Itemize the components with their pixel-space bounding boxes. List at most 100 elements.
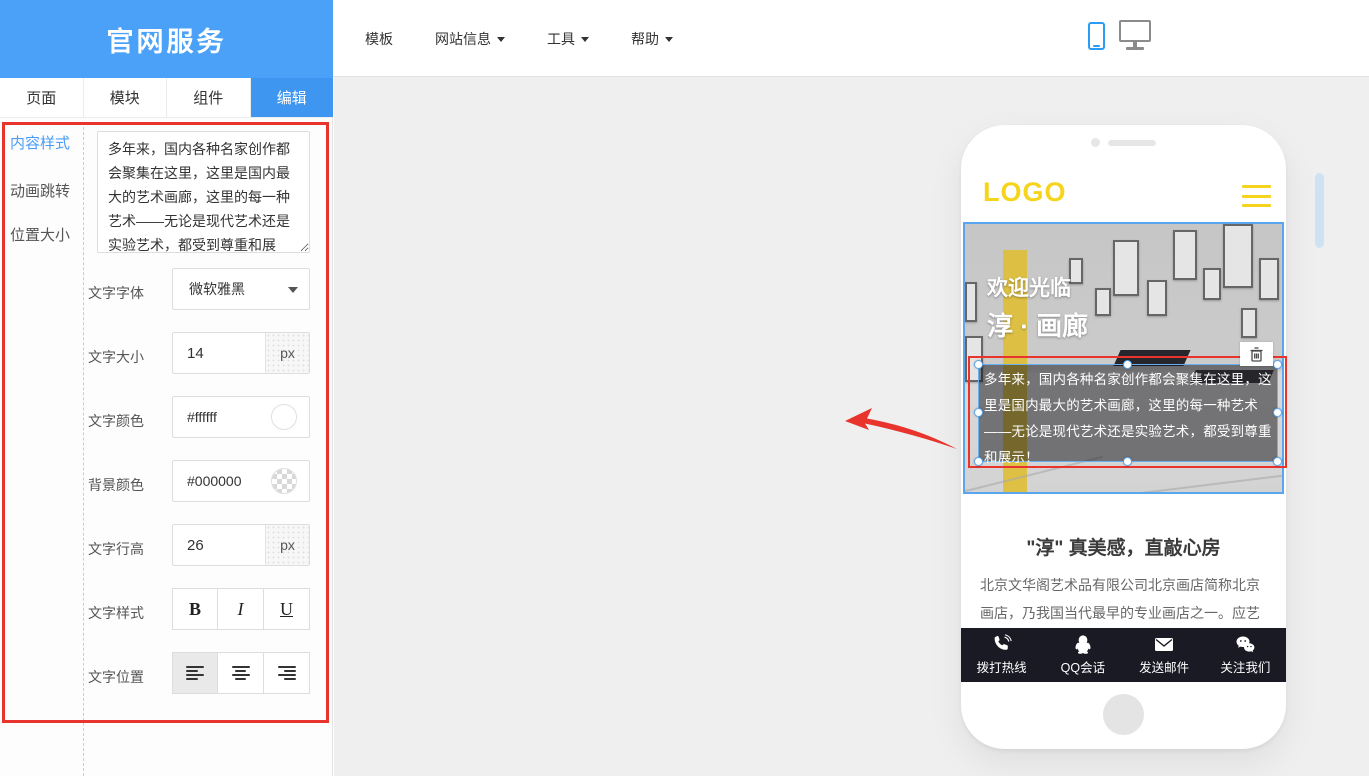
- font-size-unit: px: [265, 333, 309, 373]
- resize-handle[interactable]: [1273, 457, 1282, 466]
- bg-color-control: #000000: [172, 460, 310, 502]
- font-family-select[interactable]: 微软雅黑: [172, 268, 310, 310]
- gallery-frame: [1147, 280, 1167, 316]
- editor-window: 官网服务 页面 模块 组件 编辑 内容样式 动画跳转 位置大小 多年来，国内各种…: [0, 0, 1369, 776]
- panel-nav-animation-jump[interactable]: 动画跳转: [10, 180, 80, 201]
- tab-edit[interactable]: 编辑: [251, 78, 334, 117]
- phone-mockup: LOGO 欢迎光临 淳 · 画廊: [961, 125, 1286, 749]
- hamburger-menu-icon[interactable]: [1242, 185, 1271, 207]
- gallery-frame: [1095, 288, 1111, 316]
- resize-handle[interactable]: [974, 360, 983, 369]
- sidebar-tabs: 页面 模块 组件 编辑: [0, 78, 333, 118]
- menu-site-info-label: 网站信息: [435, 29, 491, 49]
- edit-panel: 内容样式 动画跳转 位置大小 多年来，国内各种名家创作都会聚集在这里，这里是国内…: [0, 118, 333, 776]
- menu-template[interactable]: 模板: [365, 29, 393, 49]
- font-size-label: 文字大小: [88, 347, 166, 367]
- gallery-frame: [1203, 268, 1221, 300]
- bottom-bar-qq[interactable]: QQ会话: [1042, 628, 1123, 682]
- gallery-frame: [1241, 308, 1257, 338]
- qq-icon: [1073, 634, 1093, 654]
- line-height-unit: px: [265, 525, 309, 565]
- resize-handle[interactable]: [974, 457, 983, 466]
- font-size-control: 14 px: [172, 332, 310, 374]
- bottom-bar-follow[interactable]: 关注我们: [1205, 628, 1286, 682]
- phone-icon: [992, 634, 1012, 654]
- line-height-control: 26 px: [172, 524, 310, 566]
- align-right-button[interactable]: [264, 652, 310, 694]
- tab-components[interactable]: 组件: [167, 78, 251, 117]
- text-color-input[interactable]: #ffffff: [187, 409, 271, 425]
- menu-help[interactable]: 帮助: [631, 29, 673, 49]
- bold-button[interactable]: B: [172, 588, 218, 630]
- gallery-frame: [1069, 258, 1083, 284]
- resize-handle[interactable]: [1273, 360, 1282, 369]
- text-color-swatch[interactable]: [271, 404, 297, 430]
- bottom-bar-mail[interactable]: 发送邮件: [1124, 628, 1205, 682]
- tab-pages[interactable]: 页面: [0, 78, 84, 117]
- preview-scrollbar-thumb[interactable]: [1315, 173, 1324, 248]
- bottom-bar-label: 拨打热线: [977, 657, 1027, 676]
- italic-button[interactable]: I: [218, 588, 264, 630]
- chevron-down-icon: [581, 37, 589, 42]
- delete-block-button[interactable]: [1240, 342, 1273, 366]
- menu-template-label: 模板: [365, 29, 393, 49]
- text-position-label: 文字位置: [88, 667, 166, 687]
- line-height-input[interactable]: 26: [173, 537, 265, 554]
- menu-help-label: 帮助: [631, 29, 659, 49]
- text-style-group: B I U: [172, 588, 310, 630]
- bg-color-swatch[interactable]: [271, 468, 297, 494]
- align-center-button[interactable]: [218, 652, 264, 694]
- tab-modules[interactable]: 模块: [84, 78, 168, 117]
- device-toggle: [1088, 20, 1151, 50]
- bottom-bar-call[interactable]: 拨打热线: [961, 628, 1042, 682]
- chevron-down-icon: [665, 37, 673, 42]
- trash-icon: [1250, 347, 1263, 362]
- panel-nav-content-style[interactable]: 内容样式: [10, 132, 80, 153]
- content-text-input[interactable]: 多年来，国内各种名家创作都会聚集在这里，这里是国内最大的艺术画廊，这里的每一种艺…: [97, 131, 310, 253]
- font-family-label: 文字字体: [88, 283, 166, 303]
- line-height-label: 文字行高: [88, 539, 166, 559]
- font-size-input[interactable]: 14: [173, 345, 265, 362]
- align-center-icon: [232, 666, 250, 681]
- bottom-bar-label: 发送邮件: [1139, 657, 1189, 676]
- site-logo[interactable]: LOGO: [983, 177, 1067, 208]
- panel-nav-position-size[interactable]: 位置大小: [10, 224, 80, 245]
- resize-handle[interactable]: [1123, 360, 1132, 369]
- mobile-bottom-bar: 拨打热线 QQ会话: [961, 628, 1286, 682]
- phone-speaker-bar: [1108, 140, 1156, 146]
- mail-icon: [1154, 634, 1174, 654]
- text-style-label: 文字样式: [88, 603, 166, 623]
- mobile-site-header: LOGO: [961, 167, 1286, 222]
- align-left-button[interactable]: [172, 652, 218, 694]
- resize-handle[interactable]: [1273, 408, 1282, 417]
- menu-tools[interactable]: 工具: [547, 29, 589, 49]
- bg-color-input[interactable]: #000000: [187, 473, 271, 489]
- monitor-icon[interactable]: [1119, 20, 1151, 50]
- chevron-down-icon: [497, 37, 505, 42]
- hero-gallery-name: 淳 · 画廊: [987, 306, 1088, 343]
- bottom-bar-label: QQ会话: [1061, 657, 1105, 676]
- text-color-control: #ffffff: [172, 396, 310, 438]
- resize-handle[interactable]: [974, 408, 983, 417]
- selected-text-block[interactable]: 多年来，国内各种名家创作都会聚集在这里，这里是国内最大的艺术画廊，这里的每一种艺…: [978, 364, 1278, 462]
- gallery-frame: [1113, 240, 1139, 296]
- sidebar: 官网服务 页面 模块 组件 编辑 内容样式 动画跳转 位置大小 多年来，国内各种…: [0, 0, 333, 776]
- floor-seam: [1086, 473, 1284, 494]
- menu-tools-label: 工具: [547, 29, 575, 49]
- panel-divider: [83, 122, 84, 776]
- app-title: 官网服务: [0, 0, 333, 78]
- gallery-frame: [1259, 258, 1279, 300]
- bg-color-label: 背景颜色: [88, 475, 166, 495]
- gallery-frame: [965, 282, 977, 322]
- resize-handle[interactable]: [1123, 457, 1132, 466]
- align-left-icon: [186, 666, 204, 681]
- menu-site-info[interactable]: 网站信息: [435, 29, 505, 49]
- phone-camera-dot: [1091, 138, 1100, 147]
- underline-button[interactable]: U: [264, 588, 310, 630]
- text-color-label: 文字颜色: [88, 411, 166, 431]
- smartphone-icon[interactable]: [1088, 22, 1105, 50]
- chevron-down-icon: [288, 287, 298, 293]
- align-right-icon: [278, 666, 296, 681]
- hero-welcome-text: 欢迎光临: [987, 272, 1071, 302]
- top-toolbar: 模板 网站信息 工具 帮助: [333, 0, 1369, 77]
